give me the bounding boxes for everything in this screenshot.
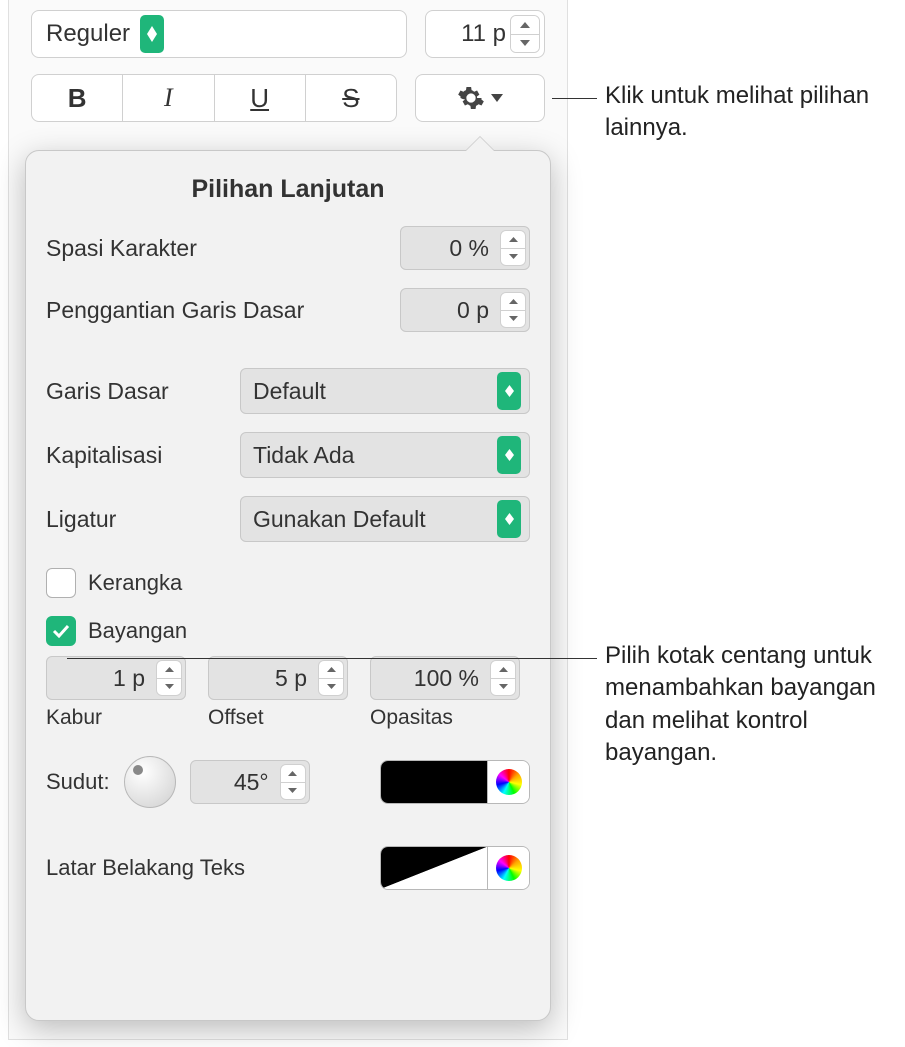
- font-size-field[interactable]: 11 p: [425, 10, 545, 58]
- char-spacing-row: Spasi Karakter 0 %: [46, 226, 530, 270]
- shadow-color-swatch: [381, 761, 487, 803]
- color-picker-button[interactable]: [487, 847, 529, 889]
- baseline-label: Garis Dasar: [46, 378, 216, 405]
- caps-label: Kapitalisasi: [46, 442, 216, 469]
- baseline-row: Garis Dasar Default: [46, 368, 530, 414]
- baseline-value: Default: [253, 378, 326, 405]
- advanced-options-popover: Pilihan Lanjutan Spasi Karakter 0 % Peng…: [25, 150, 551, 1021]
- blur-label: Kabur: [46, 706, 102, 730]
- angle-dial[interactable]: [124, 756, 176, 808]
- blur-stepper[interactable]: [156, 660, 182, 696]
- font-row: Reguler 11 p: [9, 0, 567, 66]
- updown-icon: [497, 436, 521, 474]
- blur-value: 1 p: [113, 665, 145, 692]
- check-icon: [52, 624, 70, 638]
- font-style-select[interactable]: Reguler: [31, 10, 407, 58]
- offset-stepper[interactable]: [318, 660, 344, 696]
- updown-icon: [497, 500, 521, 538]
- char-spacing-value: 0 %: [449, 235, 489, 262]
- caps-value: Tidak Ada: [253, 442, 354, 469]
- ligature-row: Ligatur Gunakan Default: [46, 496, 530, 542]
- opacity-col: 100 % Opasitas: [370, 656, 520, 730]
- angle-label: Sudut:: [46, 769, 110, 795]
- offset-label: Offset: [208, 706, 264, 730]
- bold-button[interactable]: B: [32, 75, 123, 121]
- text-bg-swatch: [381, 847, 487, 889]
- style-row: B I U S: [9, 66, 567, 130]
- char-spacing-field[interactable]: 0 %: [400, 226, 530, 270]
- blur-field[interactable]: 1 p: [46, 656, 186, 700]
- char-spacing-label: Spasi Karakter: [46, 235, 400, 262]
- text-style-segment: B I U S: [31, 74, 397, 122]
- baseline-shift-stepper[interactable]: [500, 292, 526, 328]
- baseline-select[interactable]: Default: [240, 368, 530, 414]
- outline-label: Kerangka: [88, 570, 182, 596]
- shadow-label: Bayangan: [88, 618, 187, 644]
- callout-gear: Klik untuk melihat pilihan lainnya.: [605, 80, 885, 145]
- shadow-row: Bayangan: [46, 616, 530, 646]
- shadow-controls: 1 p Kabur 5 p Offset: [46, 656, 530, 730]
- char-spacing-stepper[interactable]: [500, 230, 526, 266]
- callout-shadow: Pilih kotak centang untuk menambahkan ba…: [605, 640, 895, 770]
- updown-icon: [140, 15, 164, 53]
- advanced-options-button[interactable]: [415, 74, 545, 122]
- chevron-down-icon: [491, 94, 503, 102]
- offset-col: 5 p Offset: [208, 656, 348, 730]
- format-panel: Reguler 11 p B I U S Pi: [8, 0, 568, 1040]
- angle-stepper[interactable]: [280, 764, 306, 800]
- updown-icon: [497, 372, 521, 410]
- angle-value: 45°: [234, 769, 269, 796]
- shadow-color-well[interactable]: [380, 760, 530, 804]
- baseline-shift-row: Penggantian Garis Dasar 0 p: [46, 288, 530, 332]
- font-size-stepper[interactable]: [510, 15, 540, 53]
- strike-button[interactable]: S: [306, 75, 396, 121]
- font-size-value: 11 p: [461, 20, 506, 48]
- blur-col: 1 p Kabur: [46, 656, 186, 730]
- caps-row: Kapitalisasi Tidak Ada: [46, 432, 530, 478]
- underline-button[interactable]: U: [215, 75, 306, 121]
- opacity-stepper[interactable]: [490, 660, 516, 696]
- text-bg-row: Latar Belakang Teks: [46, 846, 530, 890]
- offset-value: 5 p: [275, 665, 307, 692]
- font-style-value: Reguler: [46, 20, 130, 48]
- opacity-field[interactable]: 100 %: [370, 656, 520, 700]
- angle-field[interactable]: 45°: [190, 760, 310, 804]
- baseline-shift-label: Penggantian Garis Dasar: [46, 297, 400, 324]
- baseline-shift-value: 0 p: [457, 297, 489, 324]
- offset-field[interactable]: 5 p: [208, 656, 348, 700]
- gear-icon: [457, 84, 485, 112]
- text-bg-color-well[interactable]: [380, 846, 530, 890]
- ligature-label: Ligatur: [46, 506, 216, 533]
- ligature-value: Gunakan Default: [253, 506, 426, 533]
- outline-row: Kerangka: [46, 568, 530, 598]
- opacity-value: 100 %: [414, 665, 479, 692]
- text-bg-label: Latar Belakang Teks: [46, 855, 245, 881]
- opacity-label: Opasitas: [370, 706, 453, 730]
- outline-checkbox[interactable]: [46, 568, 76, 598]
- angle-row: Sudut: 45°: [46, 756, 530, 808]
- color-wheel-icon: [496, 855, 522, 881]
- italic-button[interactable]: I: [123, 75, 214, 121]
- shadow-checkbox[interactable]: [46, 616, 76, 646]
- popover-title: Pilihan Lanjutan: [46, 175, 530, 204]
- color-wheel-icon: [496, 769, 522, 795]
- color-picker-button[interactable]: [487, 761, 529, 803]
- ligature-select[interactable]: Gunakan Default: [240, 496, 530, 542]
- baseline-shift-field[interactable]: 0 p: [400, 288, 530, 332]
- caps-select[interactable]: Tidak Ada: [240, 432, 530, 478]
